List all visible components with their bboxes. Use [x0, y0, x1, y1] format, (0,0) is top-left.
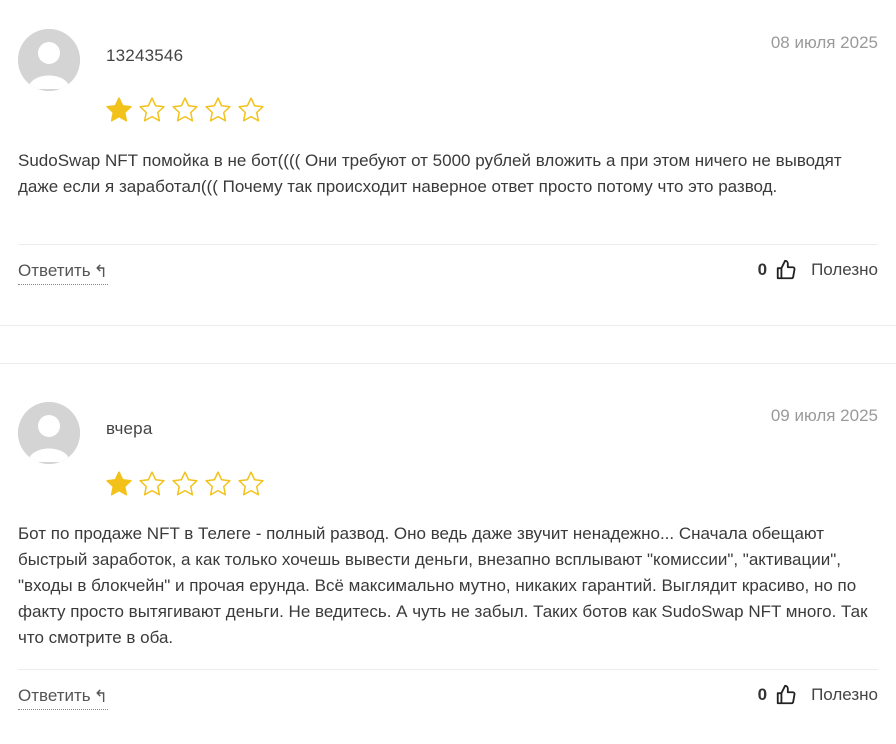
star-rating [104, 95, 266, 125]
section-divider [0, 363, 896, 364]
star-empty-icon [139, 471, 165, 496]
star-empty-icon [172, 471, 198, 496]
reply-button[interactable]: Ответить ↰ [18, 686, 108, 710]
star-empty-icon [205, 97, 231, 122]
star-empty-icon [139, 97, 165, 122]
review-text: SudoSwap NFT помойка в не бот(((( Они тр… [18, 151, 842, 196]
review-author: вчера [106, 419, 153, 438]
useful-count: 0 [757, 685, 768, 704]
useful-vote: 0 Полезно [758, 684, 878, 706]
useful-button[interactable]: Полезно [811, 685, 878, 705]
star-empty-icon [238, 97, 264, 122]
star-filled-icon [106, 471, 132, 496]
useful-vote: 0 Полезно [758, 259, 878, 281]
thumbs-up-icon[interactable] [775, 684, 797, 706]
star-empty-icon [205, 471, 231, 496]
review-date: 08 июля 2025 [770, 33, 878, 52]
divider [18, 244, 878, 245]
review-text: Бот по продаже NFT в Телеге - полный раз… [18, 524, 868, 647]
reply-label: Ответить [18, 686, 91, 705]
thumbs-up-icon[interactable] [775, 259, 797, 281]
user-placeholder-icon [18, 29, 80, 91]
avatar [18, 29, 80, 91]
divider [18, 669, 878, 670]
section-divider [0, 325, 896, 326]
user-placeholder-icon [18, 402, 80, 464]
useful-button[interactable]: Полезно [811, 260, 878, 280]
star-empty-icon [172, 97, 198, 122]
star-rating [104, 469, 266, 499]
reply-button[interactable]: Ответить ↰ [18, 261, 108, 285]
star-filled-icon [106, 97, 132, 122]
reply-arrow-icon: ↰ [93, 686, 108, 706]
reply-arrow-icon: ↰ [93, 261, 108, 281]
review-author: 13243546 [106, 46, 184, 65]
useful-count: 0 [757, 260, 768, 279]
star-empty-icon [238, 471, 264, 496]
avatar [18, 402, 80, 464]
review-date: 09 июля 2025 [770, 406, 878, 425]
reply-label: Ответить [18, 261, 91, 280]
